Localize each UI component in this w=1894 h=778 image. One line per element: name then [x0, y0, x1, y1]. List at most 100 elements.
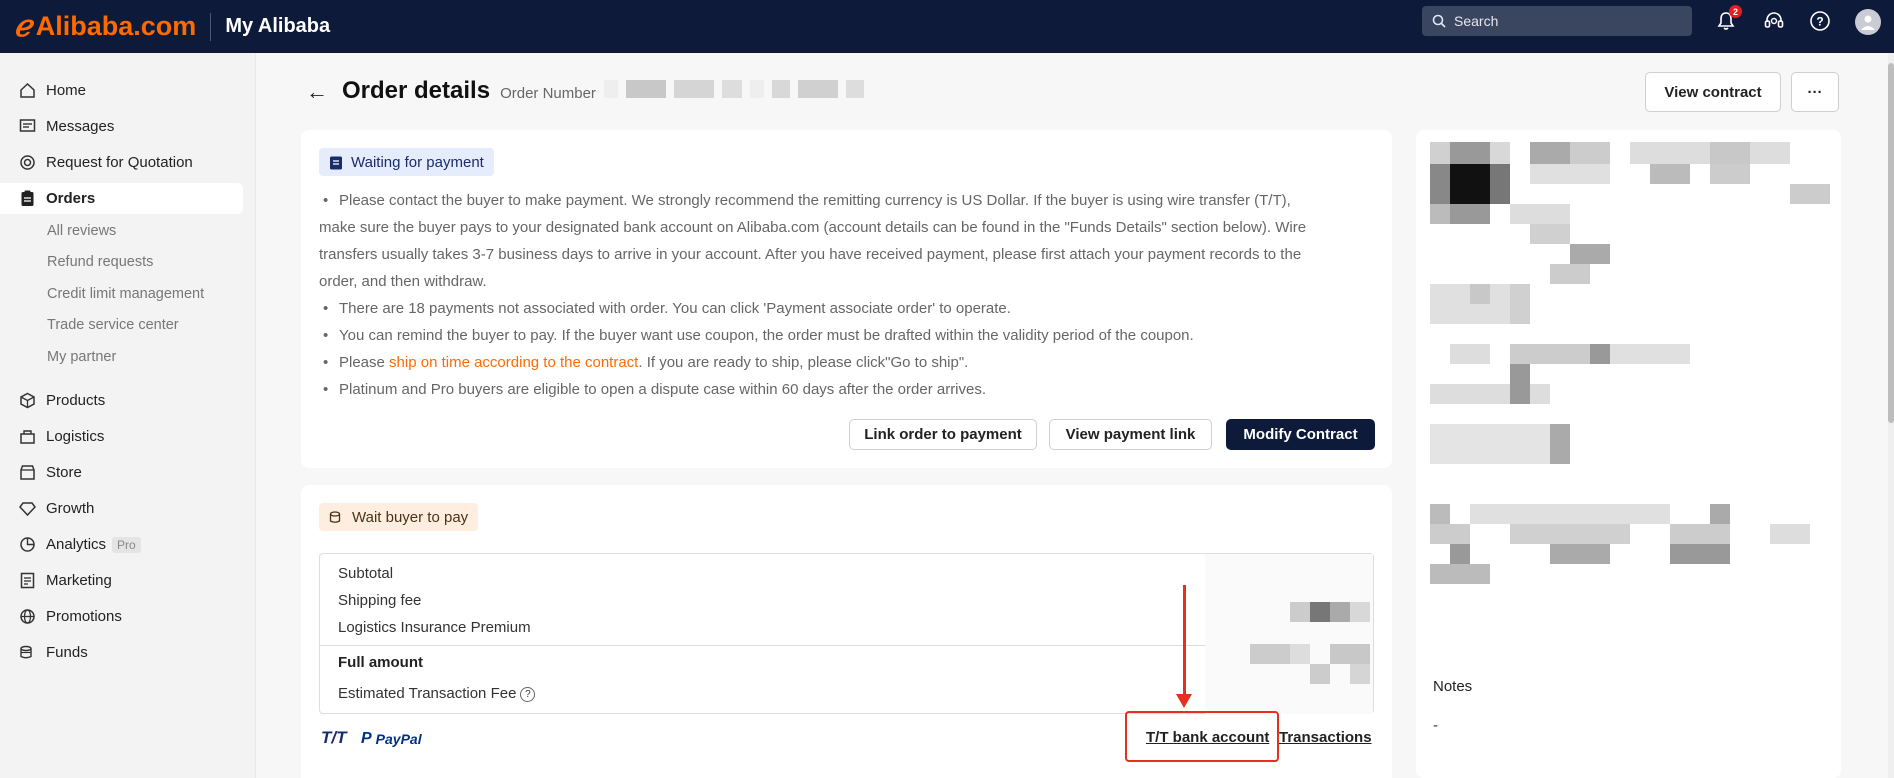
sidebar-item-growth[interactable]: Growth [0, 493, 243, 524]
buyer-info-card-redacted [1416, 130, 1841, 689]
sidebar-item-home[interactable]: Home [0, 75, 243, 106]
modify-contract-button[interactable]: Modify Contract [1226, 419, 1375, 450]
user-avatar-icon[interactable] [1855, 9, 1881, 35]
notification-bell-icon[interactable]: 2 [1714, 5, 1742, 33]
sidebar-item-marketing[interactable]: Marketing [0, 565, 243, 596]
paypal-icon: P [361, 730, 372, 747]
top-bar: ℯ Alibaba.com My Alibaba Search 2 ? [0, 0, 1894, 53]
logo-text: Alibaba.com [35, 11, 197, 41]
scrollbar-thumb[interactable] [1888, 63, 1894, 423]
sidebar-item-messages[interactable]: Messages [0, 111, 243, 142]
sidebar-subitem-refund-requests[interactable]: Refund requests [47, 254, 153, 270]
instruction-4: Please ship on time according to the con… [319, 349, 1384, 376]
full-amount-label: Full amount [338, 654, 423, 671]
scrollbar[interactable] [1888, 53, 1894, 778]
help-icon[interactable]: ? [1808, 9, 1832, 33]
instruction-2: There are 18 payments not associated wit… [319, 295, 1384, 322]
notes-card: Notes - [1416, 656, 1841, 778]
ship-on-time-link[interactable]: ship on time according to the contract [389, 354, 638, 371]
clipboard-icon [330, 156, 342, 169]
search-icon [1432, 14, 1446, 28]
sidebar-label-messages: Messages [46, 118, 115, 135]
redacted-pixel-block [1430, 142, 1830, 622]
shipping-fee-label: Shipping fee [338, 592, 422, 609]
sidebar-label-products: Products [46, 392, 106, 409]
notification-badge: 2 [1729, 5, 1742, 18]
sidebar-subitem-trade-service[interactable]: Trade service center [47, 317, 179, 333]
instruction-1-line2: make sure the buyer pays to your designa… [319, 219, 1307, 236]
home-icon [18, 82, 36, 100]
sidebar-item-logistics[interactable]: Logistics [0, 421, 243, 452]
instruction-1-line3: transfers usually takes 3-7 business day… [319, 246, 1302, 263]
annotation-arrow-head [1176, 694, 1192, 708]
waiting-payment-status: Waiting for payment [319, 148, 494, 176]
clipboard-icon [18, 190, 36, 208]
document-icon [18, 572, 36, 590]
order-number-redacted [603, 80, 864, 98]
annotation-highlight-box [1125, 711, 1279, 762]
notes-title: Notes [1433, 678, 1473, 695]
modify-contract-label: Modify Contract [1243, 426, 1358, 443]
sidebar-item-store[interactable]: Store [0, 457, 243, 488]
paypal-logo-text: PayPal [375, 731, 422, 747]
sidebar-subitem-my-partner[interactable]: My partner [47, 349, 116, 365]
transactions-link[interactable]: Transactions [1279, 729, 1372, 746]
instruction-4-post: . If you are ready to ship, please click… [638, 354, 969, 371]
cube-icon [18, 392, 36, 410]
instruction-3: You can remind the buyer to pay. If the … [319, 322, 1384, 349]
customer-service-icon[interactable] [1762, 9, 1786, 33]
view-payment-link-label: View payment link [1065, 426, 1196, 443]
more-options-button[interactable]: ··· [1791, 72, 1839, 112]
sidebar-label-store: Store [46, 464, 82, 481]
wait-buyer-status: Wait buyer to pay [319, 503, 479, 531]
notes-value: - [1433, 717, 1438, 734]
order-number-label: Order Number [500, 85, 596, 102]
app-title[interactable]: My Alibaba [225, 15, 330, 38]
alibaba-logo[interactable]: ℯ Alibaba.com [14, 9, 196, 44]
summary-divider [320, 645, 1205, 646]
view-payment-link-button[interactable]: View payment link [1049, 419, 1212, 450]
insurance-premium-label: Logistics Insurance Premium [338, 619, 531, 636]
sidebar-label-promotions: Promotions [46, 608, 122, 625]
link-order-to-payment-button[interactable]: Link order to payment [849, 419, 1037, 450]
page-title: Order details [342, 77, 491, 104]
topbar-divider [210, 12, 212, 41]
sidebar-label-rfq: Request for Quotation [46, 154, 193, 171]
page-header: ← Order details Order Number [306, 77, 864, 105]
tt-logo: T/T [321, 728, 347, 747]
search-input[interactable]: Search [1422, 6, 1692, 36]
amounts-redacted [1205, 554, 1373, 714]
instruction-1-line1: Please contact the buyer to make payment… [319, 187, 1384, 214]
sidebar-label-growth: Growth [46, 500, 95, 517]
sidebar-label-marketing: Marketing [46, 572, 112, 589]
sidebar-subitem-credit-limit[interactable]: Credit limit management [47, 286, 204, 302]
sidebar-item-funds[interactable]: Funds [0, 637, 243, 668]
question-icon[interactable]: ? [520, 686, 536, 702]
annotation-arrow-line [1183, 585, 1186, 700]
sidebar-item-analytics[interactable]: Analytics Pro [0, 529, 243, 560]
sidebar-label-orders: Orders [46, 190, 96, 207]
sidebar-item-promotions[interactable]: Promotions [0, 601, 243, 632]
sidebar-label-funds: Funds [46, 644, 88, 661]
search-placeholder: Search [1454, 13, 1499, 29]
svg-text:?: ? [1816, 15, 1823, 29]
waiting-payment-label: Waiting for payment [351, 153, 484, 171]
sidebar: Home Messages Request for Quotation Orde… [0, 53, 256, 778]
waiting-payment-card: Waiting for payment Please contact the b… [301, 130, 1392, 468]
subtotal-label: Subtotal [338, 565, 394, 582]
back-arrow-icon[interactable]: ← [306, 79, 328, 105]
wait-buyer-label: Wait buyer to pay [352, 508, 469, 526]
sidebar-item-rfq[interactable]: Request for Quotation [0, 147, 243, 178]
sidebar-item-products[interactable]: Products [0, 385, 243, 416]
message-icon [18, 118, 36, 136]
chart-icon [18, 536, 36, 554]
sidebar-label-logistics: Logistics [46, 428, 105, 445]
sidebar-item-orders[interactable]: Orders [0, 183, 243, 214]
box-icon [18, 428, 36, 446]
view-contract-button[interactable]: View contract [1645, 72, 1781, 112]
paypal-logo: P PayPal [361, 730, 422, 748]
transaction-fee-label: Estimated Transaction Fee [338, 685, 517, 702]
more-options-icon: ··· [1807, 83, 1823, 101]
sidebar-subitem-all-reviews[interactable]: All reviews [47, 223, 116, 239]
view-contract-label: View contract [1664, 83, 1762, 101]
